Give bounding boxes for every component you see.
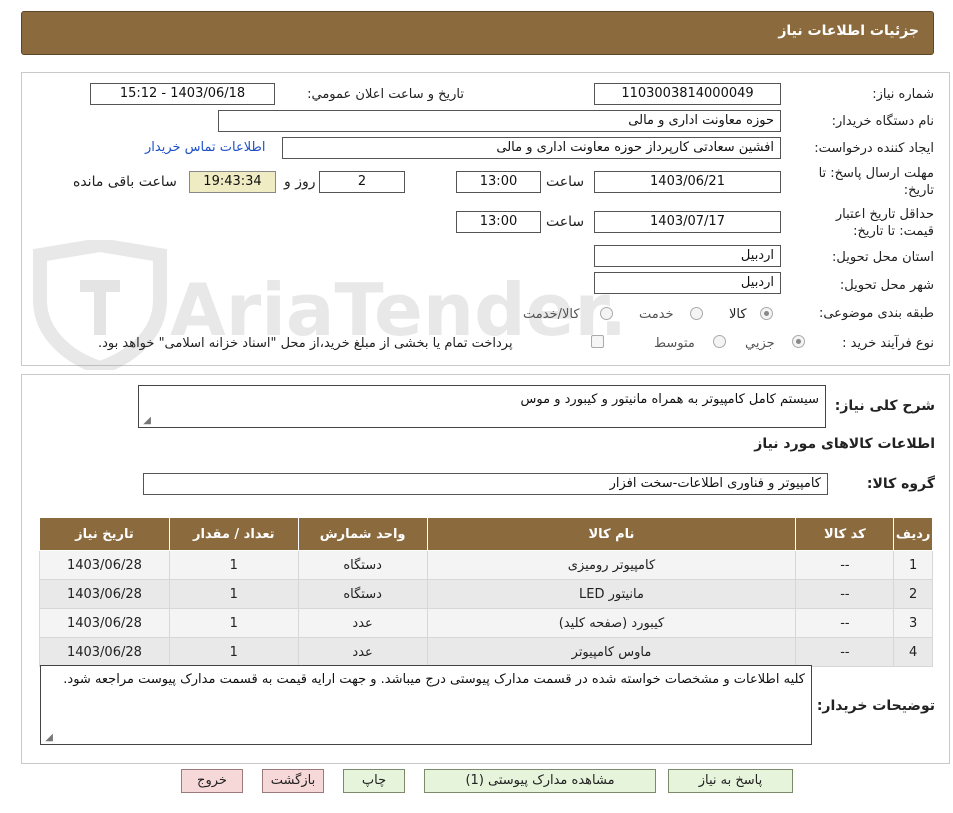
need-number-label: شماره نیاز: [872,87,934,102]
buyer-notes-text: کلیه اطلاعات و مشخصات خواسته شده در قسمت… [63,672,805,687]
col-qty-header: تعداد / مقدار [168,517,299,551]
send-deadline-label-2: تاريخ: [903,183,934,198]
row-unit: عدد [297,608,428,638]
treasury-bonds-checkbox[interactable] [591,335,604,348]
row-qty: 1 [168,608,299,638]
send-deadline-time-label: ساعت [546,174,585,190]
table-row: 2 -- مانیتور LED دستگاه 1 1403/06/28 [39,579,933,609]
row-date: 1403/06/28 [39,579,170,609]
row-name: کامپیوتر رومیزی [426,550,797,580]
goods-group-label: گروه کالا: [866,476,935,492]
row-date: 1403/06/28 [39,608,170,638]
treasury-bonds-note: پرداخت تمام يا بخشی از مبلغ خريد،از محل … [98,336,513,351]
province-field[interactable]: اردبیل [594,245,781,267]
row-index: 1 [893,550,933,580]
remaining-time-label: ساعت باقی مانده [73,174,177,190]
purchase-minor-radio[interactable] [792,335,805,348]
exit-button[interactable]: خروج [181,769,243,793]
goods-group-field[interactable]: کامپیوتر و فناوری اطلاعات-سخت افزار [143,473,828,495]
col-name-header: نام کالا [426,517,797,551]
table-row: 4 -- ماوس کامپیوتر عدد 1 1403/06/28 [39,637,933,667]
view-attachments-button[interactable]: مشاهده مدارک پيوستی (1) [424,769,656,793]
goods-table-header: رديف کد کالا نام کالا واحد شمارش تعداد /… [39,517,933,551]
price-validity-date-field[interactable]: 1403/07/17 [594,211,781,233]
buyer-org-label: نام دستگاه خريدار: [831,114,934,129]
buyer-org-field[interactable]: حوزه معاونت اداری و مالی [218,110,781,132]
days-label: روز و [284,174,316,190]
remaining-time-field: 19:43:34 [189,171,276,193]
buyer-contact-link[interactable]: اطلاعات تماس خريدار [145,140,265,155]
row-code: -- [795,608,895,638]
category-goods-service-radio[interactable] [600,307,613,320]
resize-grip-icon[interactable]: ◢ [142,416,151,426]
purchase-medium-radio[interactable] [713,335,726,348]
need-summary-text: سیستم کامل کامپیوتر به همراه مانیتور و ک… [520,392,819,407]
send-deadline-time-field[interactable]: 13:00 [456,171,541,193]
row-qty: 1 [168,637,299,667]
buyer-notes-label: توضيحات خريدار: [816,698,935,714]
page-title: جزئیات اطلاعات نیاز [778,23,919,39]
row-unit: دستگاه [297,550,428,580]
buyer-notes-field[interactable]: کلیه اطلاعات و مشخصات خواسته شده در قسمت… [40,665,812,745]
row-qty: 1 [168,579,299,609]
row-date: 1403/06/28 [39,550,170,580]
col-unit-header: واحد شمارش [297,517,428,551]
category-goods-radio[interactable] [760,307,773,320]
price-validity-label-1: حداقل تاريخ اعتبار [835,207,934,222]
row-code: -- [795,550,895,580]
table-row: 3 -- کیبورد (صفحه کلید) عدد 1 1403/06/28 [39,608,933,638]
need-summary-field[interactable]: سیستم کامل کامپیوتر به همراه مانیتور و ک… [138,385,826,428]
row-index: 3 [893,608,933,638]
announce-date-label: تاریخ و ساعت اعلان عمومي: [307,87,464,102]
price-validity-time-field[interactable]: 13:00 [456,211,541,233]
col-date-header: تاريخ نياز [39,517,170,551]
need-summary-label: شرح کلی نياز: [834,398,935,414]
category-label: طبقه بندی موضوعی: [818,306,934,321]
resize-grip-icon[interactable]: ◢ [44,733,53,743]
row-name: ماوس کامپیوتر [426,637,797,667]
row-code: -- [795,637,895,667]
page-header: جزئیات اطلاعات نیاز [21,11,934,55]
table-row: 1 -- کامپیوتر رومیزی دستگاه 1 1403/06/28 [39,550,933,580]
category-service-radio[interactable] [690,307,703,320]
back-button[interactable]: بازگشت [262,769,324,793]
row-name: کیبورد (صفحه کلید) [426,608,797,638]
reply-button[interactable]: پاسخ به نياز [668,769,793,793]
row-index: 4 [893,637,933,667]
print-button[interactable]: چاپ [343,769,405,793]
purchase-type-label: نوع فرآيند خريد : [842,336,934,351]
row-name: مانیتور LED [426,579,797,609]
price-validity-time-label: ساعت [546,214,585,230]
send-deadline-date-field[interactable]: 1403/06/21 [594,171,781,193]
goods-table: رديف کد کالا نام کالا واحد شمارش تعداد /… [39,517,933,667]
city-label: شهر محل تحويل: [839,278,934,293]
announce-date-field[interactable]: 1403/06/18 - 15:12 [90,83,275,105]
row-date: 1403/06/28 [39,637,170,667]
col-code-header: کد کالا [795,517,895,551]
requester-field[interactable]: افشین سعادتی کارپرداز حوزه معاونت اداری … [282,137,781,159]
requester-label: ايجاد کننده درخواست: [814,141,934,156]
need-number-field[interactable]: 1103003814000049 [594,83,781,105]
purchase-minor-label: جزيي [745,336,775,351]
goods-section-title: اطلاعات کالاهای مورد نياز [754,436,935,452]
category-goods-label: کالا [729,307,747,322]
row-qty: 1 [168,550,299,580]
send-deadline-label-1: مهلت ارسال پاسخ: تا [818,166,934,181]
col-index-header: رديف [893,517,933,551]
category-goods-service-label: کالا/خدمت [523,307,580,322]
days-remaining-field[interactable]: 2 [319,171,405,193]
row-index: 2 [893,579,933,609]
price-validity-label-2: قيمت: تا تاريخ: [853,224,934,239]
purchase-medium-label: متوسط [654,336,695,351]
row-unit: عدد [297,637,428,667]
row-code: -- [795,579,895,609]
province-label: استان محل تحويل: [832,250,934,265]
city-field[interactable]: اردبیل [594,272,781,294]
row-unit: دستگاه [297,579,428,609]
category-service-label: خدمت [639,307,674,322]
